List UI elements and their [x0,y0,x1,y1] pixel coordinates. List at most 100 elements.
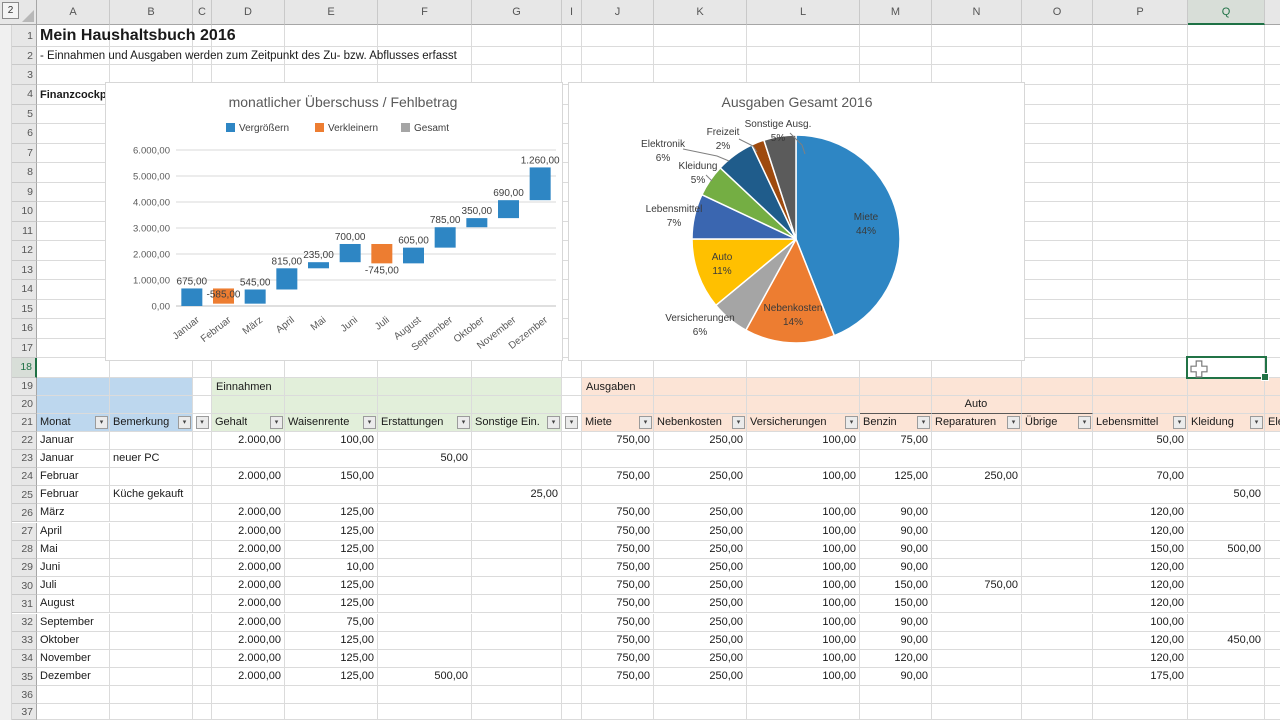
cell-F26[interactable] [378,504,472,522]
cell-A23[interactable]: Januar [37,450,110,468]
cell-Q21[interactable]: Kleidung▾ [1188,414,1265,432]
cell-N25[interactable] [932,486,1022,504]
cell-P36[interactable] [1093,686,1188,704]
cell-J25[interactable] [582,486,654,504]
cell-P13[interactable] [1093,261,1188,281]
row-header-21[interactable]: 21 [12,414,37,432]
cell-O18[interactable] [1022,358,1093,378]
cell-D30[interactable]: 2.000,00 [212,577,285,595]
cell-K23[interactable] [654,450,747,468]
cell-Q16[interactable] [1188,319,1265,339]
cell-R3[interactable] [1265,65,1280,85]
cell-R6[interactable] [1265,124,1280,144]
cell-M21[interactable]: Benzin▾ [860,414,932,432]
cell-L32[interactable]: 100,00 [747,614,860,632]
cell-J24[interactable]: 750,00 [582,468,654,486]
cell-L19[interactable] [747,378,860,396]
cell-R35[interactable] [1265,668,1280,686]
cell-P6[interactable] [1093,124,1188,144]
cell-R12[interactable] [1265,241,1280,261]
cell-R27[interactable] [1265,523,1280,541]
cell-Q24[interactable] [1188,468,1265,486]
cell-D29[interactable]: 2.000,00 [212,559,285,577]
cell-P27[interactable]: 120,00 [1093,523,1188,541]
fill-handle[interactable] [1261,373,1269,381]
cell-G26[interactable] [472,504,562,522]
cell-N36[interactable] [932,686,1022,704]
cell-P26[interactable]: 120,00 [1093,504,1188,522]
cell-N33[interactable] [932,632,1022,650]
cell-F34[interactable] [378,650,472,668]
cell-D21[interactable]: Gehalt▾ [212,414,285,432]
cell-E1[interactable] [285,25,378,47]
cell-O6[interactable] [1022,124,1093,144]
cell-P33[interactable]: 120,00 [1093,632,1188,650]
cell-I21[interactable]: ▾ [562,414,582,432]
cell-I2[interactable] [562,47,582,65]
cell-F25[interactable] [378,486,472,504]
cell-O2[interactable] [1022,47,1093,65]
cell-P34[interactable]: 120,00 [1093,650,1188,668]
cell-C23[interactable] [193,450,212,468]
cell-A19[interactable] [37,378,110,396]
cell-O32[interactable] [1022,614,1093,632]
cell-P31[interactable]: 120,00 [1093,595,1188,613]
filter-button-M[interactable]: ▾ [917,416,930,429]
cell-F24[interactable] [378,468,472,486]
cell-B24[interactable] [110,468,193,486]
row-header-20[interactable]: 20 [12,396,37,414]
cell-Q26[interactable] [1188,504,1265,522]
cell-O15[interactable] [1022,300,1093,320]
cell-D31[interactable]: 2.000,00 [212,595,285,613]
col-header-O[interactable]: O [1022,0,1093,25]
cell-A12[interactable] [37,241,110,261]
cell-R14[interactable] [1265,280,1280,300]
cell-A35[interactable]: Dezember [37,668,110,686]
cell-A31[interactable]: August [37,595,110,613]
col-header-J[interactable]: J [582,0,654,25]
filter-button-K[interactable]: ▾ [732,416,745,429]
cell-B30[interactable] [110,577,193,595]
cell-Q4[interactable] [1188,85,1265,105]
cell-Q30[interactable] [1188,577,1265,595]
cell-D33[interactable]: 2.000,00 [212,632,285,650]
col-header-C[interactable]: C [193,0,212,25]
cell-M25[interactable] [860,486,932,504]
cell-K21[interactable]: Nebenkosten▾ [654,414,747,432]
cell-B26[interactable] [110,504,193,522]
cell-P35[interactable]: 175,00 [1093,668,1188,686]
row-header-9[interactable]: 9 [12,183,37,203]
cell-J32[interactable]: 750,00 [582,614,654,632]
row-header-22[interactable]: 22 [12,432,37,450]
row-header-26[interactable]: 26 [12,504,37,522]
cell-A28[interactable]: Mai [37,541,110,559]
row-header-37[interactable]: 37 [12,704,37,720]
cell-Q8[interactable] [1188,163,1265,183]
cell-G35[interactable] [472,668,562,686]
cell-E24[interactable]: 150,00 [285,468,378,486]
cell-I31[interactable] [562,595,582,613]
cell-G25[interactable]: 25,00 [472,486,562,504]
cell-E21[interactable]: Waisenrente▾ [285,414,378,432]
filter-button-C[interactable]: ▾ [196,416,209,429]
cell-R10[interactable] [1265,202,1280,222]
cell-B20[interactable] [110,396,193,414]
cell-I1[interactable] [562,25,582,47]
cell-R37[interactable] [1265,704,1280,720]
cell-L25[interactable] [747,486,860,504]
cell-O13[interactable] [1022,261,1093,281]
cell-Q20[interactable] [1188,396,1265,414]
col-header-B[interactable]: B [110,0,193,25]
cell-O36[interactable] [1022,686,1093,704]
cell-K1[interactable] [654,25,747,47]
cell-Q32[interactable] [1188,614,1265,632]
cell-M27[interactable]: 90,00 [860,523,932,541]
cell-E26[interactable]: 125,00 [285,504,378,522]
cell-Q14[interactable] [1188,280,1265,300]
cell-E23[interactable] [285,450,378,468]
cell-N2[interactable] [932,47,1022,65]
row-header-36[interactable]: 36 [12,686,37,704]
cell-K36[interactable] [654,686,747,704]
row-header-23[interactable]: 23 [12,450,37,468]
cell-K33[interactable]: 250,00 [654,632,747,650]
